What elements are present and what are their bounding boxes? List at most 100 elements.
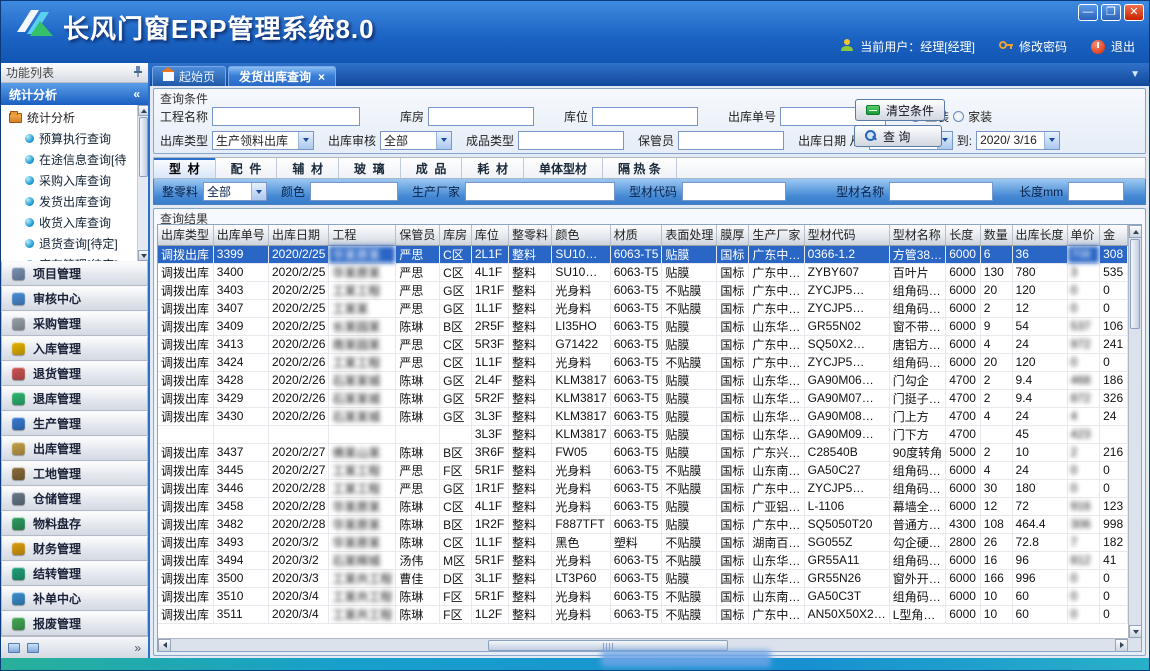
date-to-picker[interactable]: 2020/ 3/16: [976, 131, 1060, 150]
material-tab[interactable]: 隔 热 条: [603, 158, 677, 178]
pin-icon[interactable]: [133, 65, 143, 80]
profile-name-input[interactable]: [889, 182, 993, 201]
material-tab[interactable]: 单体型材: [524, 158, 603, 178]
table-row[interactable]: 调拨出库34092020/2/25长某园某陈琳B区2R5F整料LI35HO606…: [158, 317, 1128, 335]
sidebar-menu-item[interactable]: 物料盘存: [1, 511, 148, 536]
monitor-icon[interactable]: [8, 643, 20, 653]
scroll-right-icon[interactable]: [1115, 639, 1128, 652]
minimize-button[interactable]: —: [1078, 4, 1098, 21]
audit-select[interactable]: 全部: [380, 131, 452, 150]
column-header[interactable]: 工程: [329, 225, 396, 245]
tab-close-icon[interactable]: ×: [318, 70, 325, 84]
sidebar-menu-item[interactable]: 入库管理: [1, 336, 148, 361]
product-type-input[interactable]: [518, 131, 624, 150]
chevron-down-icon[interactable]: [436, 132, 451, 149]
tree-item[interactable]: 退货查询[待定]: [1, 233, 136, 254]
length-input[interactable]: [1068, 182, 1124, 201]
column-header[interactable]: 材质: [610, 225, 662, 245]
scroll-left-icon[interactable]: [158, 639, 171, 652]
material-tab[interactable]: 成 品: [401, 158, 463, 178]
table-row[interactable]: 3L3F整料KLM38176063-T5贴膜国标山东华…GA90M09…门下方4…: [158, 425, 1128, 443]
column-header[interactable]: 型材名称: [889, 225, 946, 245]
sidebar-menu-item[interactable]: 财务管理: [1, 536, 148, 561]
tree-scroll-thumb[interactable]: [139, 117, 148, 177]
column-header[interactable]: 出库单号: [213, 225, 268, 245]
table-row[interactable]: 调拨出库34452020/2/27工某工程严思F区5R1F整料光身料6063-T…: [158, 461, 1128, 479]
tab-发货出库查询[interactable]: 发货出库查询×: [228, 66, 336, 86]
table-row[interactable]: 调拨出库34462020/2/28工某工程严思G区1R1F整料光身料6063-T…: [158, 479, 1128, 497]
column-header[interactable]: 膜厚: [717, 225, 749, 245]
column-header[interactable]: 出库类型: [158, 225, 213, 245]
material-tab[interactable]: 耗 材: [462, 158, 524, 178]
sidebar-menu-item[interactable]: 报废管理: [1, 611, 148, 636]
manufacturer-input[interactable]: [465, 182, 615, 201]
scroll-up-icon[interactable]: [138, 105, 148, 116]
table-row[interactable]: 调拨出库34132020/2/26南某园某严思C区5R3F整料G71422606…: [158, 335, 1128, 353]
chevron-down-icon[interactable]: [251, 183, 266, 200]
chevron-down-icon[interactable]: [298, 132, 313, 149]
scroll-down-icon[interactable]: [138, 250, 148, 261]
clear-conditions-button[interactable]: 清空条件: [855, 99, 945, 121]
sidebar-menu-item[interactable]: 退货管理: [1, 361, 148, 386]
column-header[interactable]: 库位: [471, 225, 508, 245]
material-tab[interactable]: 配 件: [216, 158, 278, 178]
column-header[interactable]: 生产厂家: [749, 225, 804, 245]
column-header[interactable]: 单价: [1067, 225, 1100, 245]
tab-起始页[interactable]: 起始页: [152, 66, 226, 86]
stats-section-header[interactable]: 统计分析 «: [1, 83, 148, 105]
tree-item[interactable]: 发货出库查询: [1, 191, 136, 212]
tree-item[interactable]: 预算执行查询: [1, 128, 136, 149]
table-row[interactable]: 调拨出库35112020/3/4工某共工程陈琳F区1L2F整料光身料6063-T…: [158, 605, 1128, 623]
scroll-up-icon[interactable]: [1129, 225, 1142, 238]
table-row[interactable]: 调拨出库34372020/2/27佛某山某陈琳B区3R6F整料FW056063-…: [158, 443, 1128, 461]
column-header[interactable]: 库房: [440, 225, 472, 245]
sidebar-menu-item[interactable]: 审核中心: [1, 286, 148, 311]
location-input[interactable]: [592, 107, 698, 126]
sidebar-menu-item[interactable]: 出库管理: [1, 436, 148, 461]
table-row[interactable]: 调拨出库34302020/2/26石某某城陈琳G区3L3F整料KLM381760…: [158, 407, 1128, 425]
maximize-button[interactable]: ❐: [1101, 4, 1121, 21]
sidebar-menu-item[interactable]: 采购管理: [1, 311, 148, 336]
column-header[interactable]: 金: [1100, 225, 1128, 245]
column-header[interactable]: 长度: [946, 225, 981, 245]
tree-scrollbar[interactable]: [137, 105, 148, 261]
material-tab[interactable]: 型 材: [154, 158, 216, 178]
table-row[interactable]: 调拨出库35102020/3/4工某共工程陈琳F区5R1F整料光身料6063-T…: [158, 587, 1128, 605]
table-row[interactable]: 调拨出库34242020/2/26工某工程严思C区1L1F整料光身料6063-T…: [158, 353, 1128, 371]
search-button[interactable]: 查 询: [854, 125, 942, 147]
tree-item[interactable]: 库存管理[待定]: [1, 254, 136, 261]
sidebar-menu-item[interactable]: 仓储管理: [1, 486, 148, 511]
table-row[interactable]: 调拨出库34032020/2/25工某工程严思G区1R1F整料光身料6063-T…: [158, 281, 1128, 299]
table-row[interactable]: 调拨出库34582020/2/28华某原某陈琳C区4L1F整料光身料6063-T…: [158, 497, 1128, 515]
whole-part-select[interactable]: 全部: [203, 182, 267, 201]
material-tab[interactable]: 玻 璃: [339, 158, 401, 178]
table-row[interactable]: 调拨出库34822020/2/28华某原某陈琳B区1R2F整料F887TFT60…: [158, 515, 1128, 533]
close-button[interactable]: ✕: [1124, 4, 1144, 21]
change-password-link[interactable]: 修改密码: [1019, 38, 1067, 55]
sidebar-menu-item[interactable]: 结转管理: [1, 561, 148, 586]
radio-jiazhuang[interactable]: [953, 111, 964, 122]
warehouse-input[interactable]: [428, 107, 534, 126]
sidebar-menu-item[interactable]: 退库管理: [1, 386, 148, 411]
vertical-scrollbar[interactable]: [1128, 225, 1141, 638]
logout-link[interactable]: 退出: [1111, 38, 1135, 55]
table-row[interactable]: 调拨出库35002020/3/3工某共工程曹佳D区3L1F整料LT3P60606…: [158, 569, 1128, 587]
vertical-scroll-thumb[interactable]: [1130, 239, 1140, 329]
table-row[interactable]: 调拨出库34282020/2/26石某某城陈琳G区2L4F整料KLM381760…: [158, 371, 1128, 389]
table-row[interactable]: 调拨出库34942020/3/2石某辉城汤伟M区5R1F整料光身料6063-T5…: [158, 551, 1128, 569]
tree-item[interactable]: 在途信息查询[待: [1, 149, 136, 170]
more-chevron-icon[interactable]: »: [134, 641, 141, 655]
sidebar-menu-item[interactable]: 补单中心: [1, 586, 148, 611]
column-header[interactable]: 出库日期: [269, 225, 329, 245]
project-name-input[interactable]: [212, 107, 360, 126]
radio-jiazhuang-label[interactable]: 家装: [968, 108, 992, 125]
sidebar-menu-item[interactable]: 工地管理: [1, 461, 148, 486]
tab-list-dropdown-icon[interactable]: ▼: [1121, 69, 1149, 80]
material-tab[interactable]: 辅 材: [277, 158, 339, 178]
column-header[interactable]: 出库长度: [1012, 225, 1067, 245]
column-header[interactable]: 表面处理: [662, 225, 717, 245]
color-input[interactable]: [310, 182, 398, 201]
tree-root[interactable]: 统计分析: [1, 107, 136, 128]
column-header[interactable]: 数量: [980, 225, 1012, 245]
table-row[interactable]: 调拨出库34292020/2/26石某某城陈琳G区5R2F整料KLM381760…: [158, 389, 1128, 407]
